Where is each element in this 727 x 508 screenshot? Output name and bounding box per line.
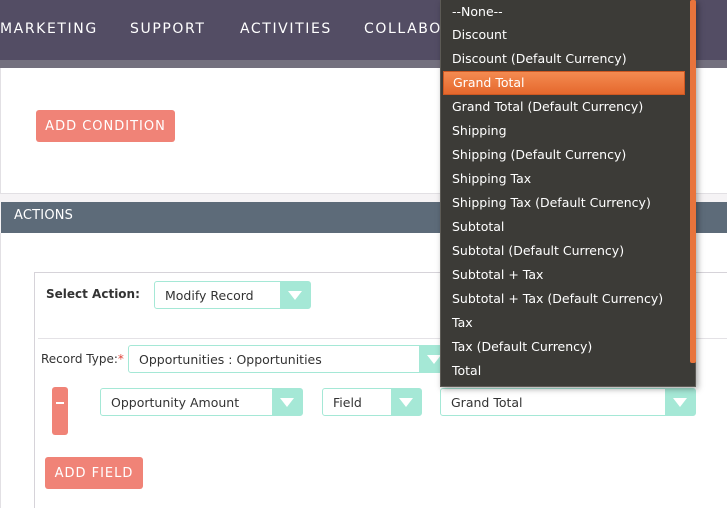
dropdown-option[interactable]: Shipping: [441, 119, 687, 143]
chevron-down-icon: [391, 389, 421, 415]
dropdown-option[interactable]: Tax (Default Currency): [441, 335, 687, 359]
dropdown-scrollbar[interactable]: [690, 0, 696, 363]
dropdown-option[interactable]: Shipping Tax: [441, 167, 687, 191]
dropdown-option[interactable]: Discount (Default Currency): [441, 47, 687, 71]
dropdown-option[interactable]: Total: [441, 359, 687, 383]
field-type-dropdown[interactable]: Field: [322, 388, 422, 416]
dropdown-option[interactable]: Subtotal: [441, 215, 687, 239]
dropdown-option[interactable]: Grand Total (Default Currency): [441, 95, 687, 119]
dropdown-option[interactable]: Subtotal (Default Currency): [441, 239, 687, 263]
actions-title: ACTIONS: [14, 208, 74, 223]
select-action-dropdown[interactable]: Modify Record: [154, 281, 311, 309]
record-type-label: Record Type:*: [41, 352, 124, 366]
add-field-button[interactable]: ADD FIELD: [45, 457, 143, 489]
dropdown-option[interactable]: --None--: [441, 0, 687, 24]
record-type-label-text: Record Type:: [41, 352, 118, 366]
select-action-label: Select Action:: [46, 287, 140, 301]
chevron-down-icon: [280, 282, 310, 308]
target-field-options-list[interactable]: --None-- Discount Discount (Default Curr…: [440, 0, 696, 387]
chevron-down-icon: [665, 389, 695, 415]
record-type-value: Opportunities : Opportunities: [139, 352, 322, 367]
required-marker: *: [117, 352, 124, 366]
nav-item-collaboration[interactable]: COLLABO: [364, 21, 442, 37]
nav-item-activities[interactable]: ACTIVITIES: [240, 21, 332, 37]
remove-field-button[interactable]: [52, 387, 68, 435]
dropdown-option[interactable]: Subtotal + Tax (Default Currency): [441, 287, 687, 311]
add-condition-button[interactable]: ADD CONDITION: [36, 110, 175, 142]
dropdown-option[interactable]: Tax: [441, 311, 687, 335]
target-field-value: Grand Total: [451, 395, 523, 410]
dropdown-option[interactable]: Discount: [441, 23, 687, 47]
field-name-dropdown[interactable]: Opportunity Amount: [100, 388, 303, 416]
dropdown-option-selected[interactable]: Grand Total: [443, 71, 685, 95]
dropdown-option[interactable]: Subtotal + Tax: [441, 263, 687, 287]
record-type-dropdown[interactable]: Opportunities : Opportunities: [128, 345, 450, 373]
field-type-value: Field: [333, 395, 362, 410]
dropdown-option[interactable]: Shipping (Default Currency): [441, 143, 687, 167]
select-action-value: Modify Record: [165, 288, 254, 303]
dropdown-option[interactable]: Shipping Tax (Default Currency): [441, 191, 687, 215]
field-name-value: Opportunity Amount: [111, 395, 240, 410]
chevron-down-icon: [272, 389, 302, 415]
nav-item-marketing[interactable]: MARKETING: [0, 21, 98, 37]
target-field-dropdown[interactable]: Grand Total: [440, 388, 696, 416]
minus-icon: [56, 402, 64, 404]
nav-item-support[interactable]: SUPPORT: [130, 21, 206, 37]
